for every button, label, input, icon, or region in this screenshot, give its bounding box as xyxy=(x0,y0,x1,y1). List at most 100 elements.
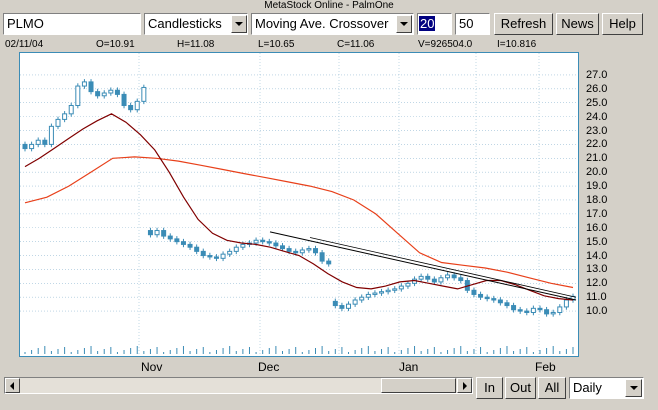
candle-body xyxy=(48,125,54,145)
candle-body xyxy=(326,260,332,265)
candle-body xyxy=(227,250,233,255)
price-chart[interactable] xyxy=(19,52,579,357)
trendline xyxy=(309,237,577,298)
y-tick-label: 27.0 xyxy=(586,68,608,81)
indicator-value: Moving Ave. Crossover xyxy=(255,16,389,31)
candle-body xyxy=(398,285,404,290)
candle-body xyxy=(517,309,523,312)
candle-body xyxy=(451,274,457,279)
candle-body xyxy=(128,105,134,111)
candle-body xyxy=(484,296,490,300)
ma-long-line xyxy=(24,156,574,289)
candle-body xyxy=(273,242,279,247)
candle-body xyxy=(286,248,292,252)
window-title: MetaStock Online - PalmOne xyxy=(264,0,394,11)
chart-type-value: Candlesticks xyxy=(148,16,222,31)
candle-body xyxy=(161,230,167,237)
candle-body xyxy=(29,143,35,150)
show-all-button[interactable]: All xyxy=(538,377,566,399)
y-tick-label: 12.0 xyxy=(586,277,608,290)
y-tick-label: 22.0 xyxy=(586,138,608,151)
candle-body xyxy=(405,282,411,287)
candle-body xyxy=(544,309,550,315)
interval-value: Daily xyxy=(573,380,602,395)
candle-body xyxy=(557,306,563,313)
candle-body xyxy=(471,289,477,295)
interval-dropdown-icon[interactable] xyxy=(625,379,642,397)
candle-body xyxy=(491,298,497,301)
y-tick-label: 13.0 xyxy=(586,263,608,276)
candle-body xyxy=(550,311,556,315)
candle-body xyxy=(253,239,259,244)
quote-volume: V=926504.0 xyxy=(418,39,473,50)
x-tick-label: Jan xyxy=(399,360,419,374)
symbol-input[interactable]: PLMO xyxy=(3,13,141,35)
candle-body xyxy=(524,310,530,313)
candle-body xyxy=(260,239,266,243)
indicator-dropdown-icon[interactable] xyxy=(396,15,412,33)
candle-body xyxy=(563,299,569,308)
candle-body xyxy=(266,241,272,244)
y-tick-label: 10.0 xyxy=(586,305,608,318)
candle-body xyxy=(213,256,219,259)
period1-value: 20 xyxy=(419,16,436,31)
y-tick-label: 11.0 xyxy=(586,291,607,304)
candle-body xyxy=(240,243,246,248)
candle-body xyxy=(279,245,285,250)
candle-body xyxy=(319,252,325,262)
scroll-right-icon[interactable] xyxy=(457,378,472,393)
candle-body xyxy=(81,81,87,87)
candle-body xyxy=(194,246,200,252)
candle-body xyxy=(134,100,140,111)
news-button[interactable]: News xyxy=(556,13,599,35)
candle-body xyxy=(438,277,444,283)
y-tick-label: 25.0 xyxy=(586,96,608,109)
candle-body xyxy=(187,243,193,248)
candle-body xyxy=(88,81,94,93)
ma-short-line xyxy=(24,113,574,301)
candle-body xyxy=(114,89,120,95)
chart-canvas xyxy=(20,53,578,356)
candle-body xyxy=(233,246,239,252)
period1-input[interactable]: 20 xyxy=(417,13,452,35)
candle-body xyxy=(68,105,74,115)
candle-body xyxy=(108,89,114,94)
scroll-thumb[interactable] xyxy=(381,378,456,393)
candle-body xyxy=(352,299,358,305)
candle-body xyxy=(22,143,28,150)
candle-body xyxy=(200,250,206,257)
candle-body xyxy=(372,292,378,295)
candle-body xyxy=(445,274,451,279)
candle-body xyxy=(431,278,437,283)
y-tick-label: 23.0 xyxy=(586,124,608,137)
candle-body xyxy=(425,275,431,280)
x-tick-label: Feb xyxy=(535,360,556,374)
zoom-in-button[interactable]: In xyxy=(476,377,503,399)
candle-body xyxy=(55,118,61,127)
period2-input[interactable]: 50 xyxy=(455,13,490,35)
y-tick-label: 14.0 xyxy=(586,249,608,262)
candle-body xyxy=(299,249,305,254)
y-tick-label: 26.0 xyxy=(586,82,608,95)
y-tick-label: 20.0 xyxy=(586,166,608,179)
candle-body xyxy=(392,288,398,291)
candle-body xyxy=(62,113,68,120)
y-tick-label: 16.0 xyxy=(586,221,608,234)
candle-body xyxy=(207,255,213,258)
candle-body xyxy=(478,293,484,298)
help-button[interactable]: Help xyxy=(602,13,643,35)
scroll-left-icon[interactable] xyxy=(5,378,20,393)
candle-body xyxy=(332,300,338,307)
quote-date: 02/11/04 xyxy=(5,39,44,50)
quote-bar: 02/11/04 O=10.91 H=11.08 L=10.65 C=11.06… xyxy=(0,39,658,51)
candle-body xyxy=(379,291,385,294)
x-tick-label: Dec xyxy=(258,360,280,374)
refresh-button[interactable]: Refresh xyxy=(494,13,553,35)
indicator-select[interactable]: Moving Ave. Crossover xyxy=(251,13,414,35)
candle-body xyxy=(385,289,391,293)
candle-body xyxy=(504,302,510,307)
chart-type-dropdown-icon[interactable] xyxy=(231,15,247,33)
candle-body xyxy=(101,92,107,97)
zoom-out-button[interactable]: Out xyxy=(505,377,536,399)
quote-high: H=11.08 xyxy=(177,39,215,50)
